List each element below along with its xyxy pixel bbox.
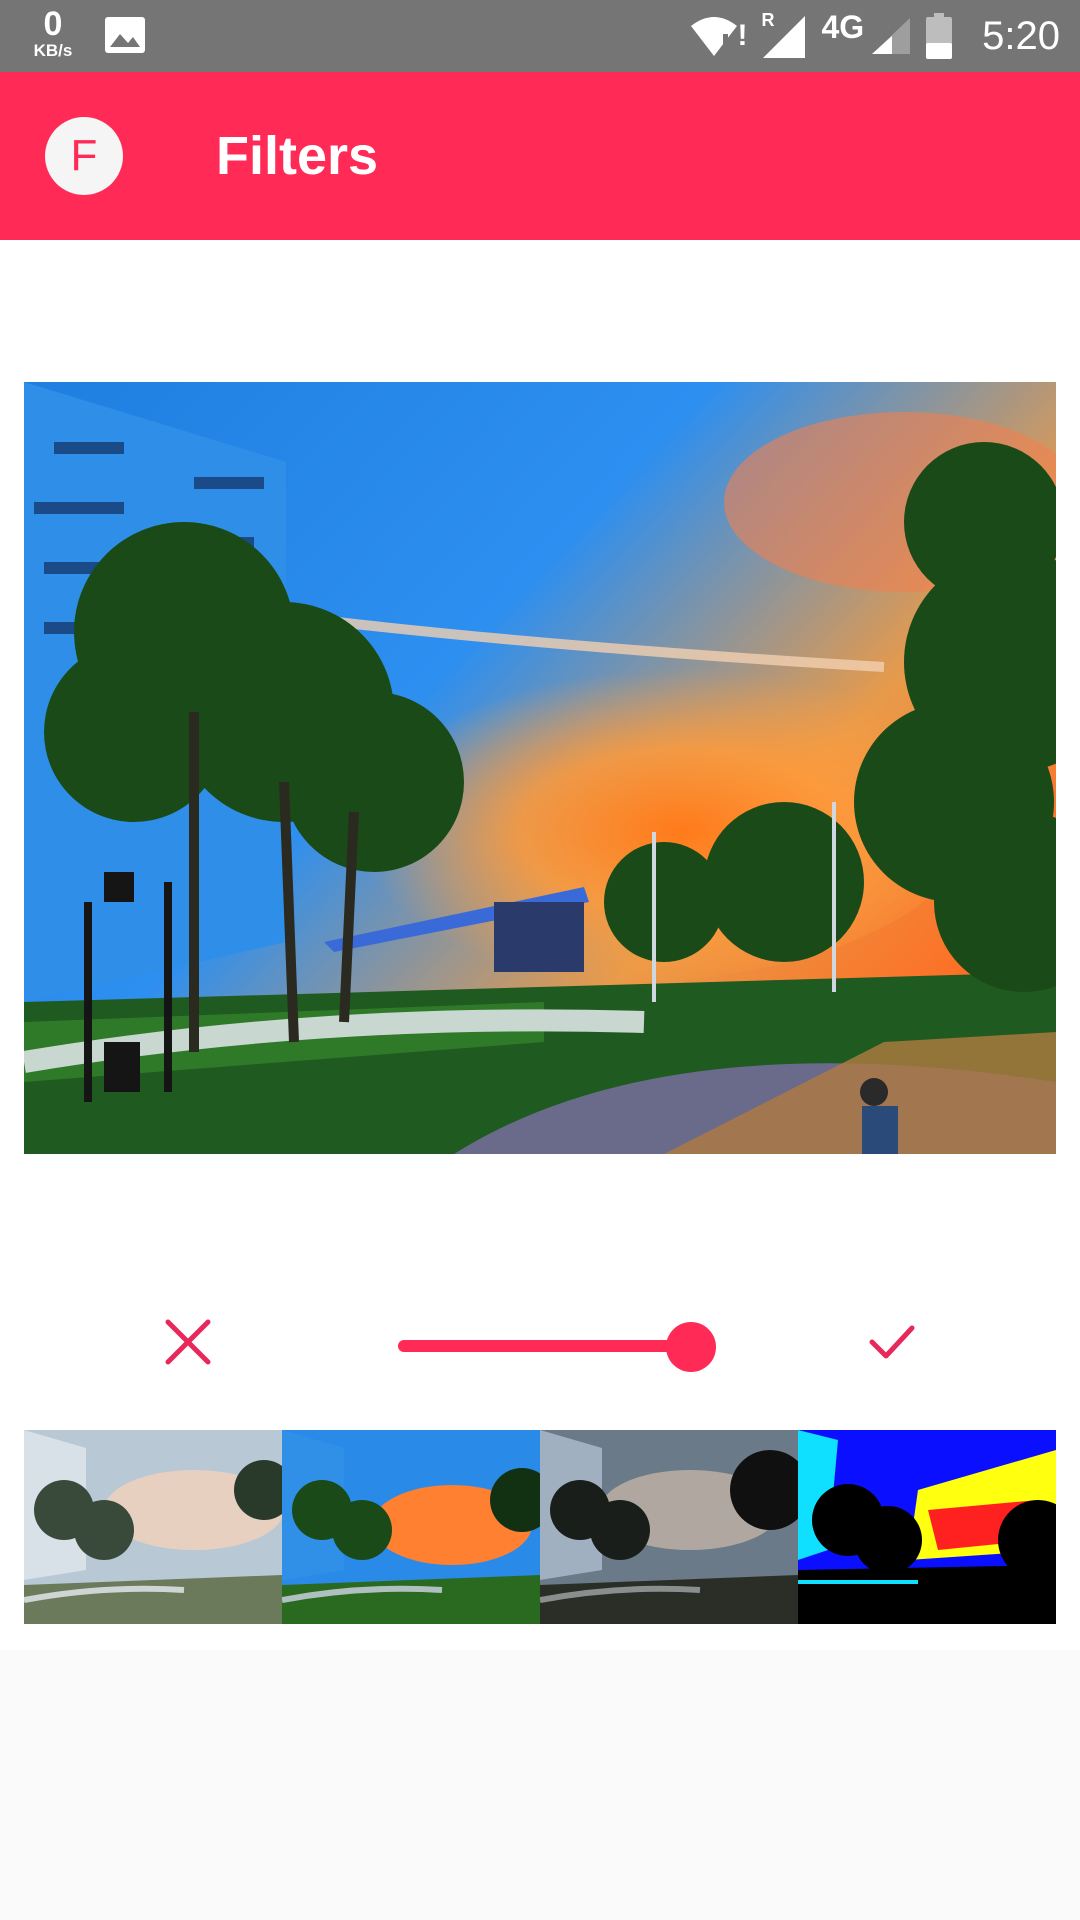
editor-content <box>0 240 1080 1650</box>
gallery-icon <box>105 17 145 53</box>
filter-posterize[interactable] <box>798 1430 1056 1624</box>
filter-dark[interactable] <box>540 1430 798 1624</box>
clock: 5:20 <box>982 13 1060 58</box>
signal-weak-icon: 4G <box>821 11 912 56</box>
signal-icon: R <box>761 10 807 60</box>
network-speed-unit: KB/s <box>33 41 73 60</box>
photo-preview <box>24 382 1056 1154</box>
app-bar: F Filters <box>0 72 1080 240</box>
slider-thumb[interactable] <box>666 1322 716 1372</box>
status-bar: 0 KB/s ! R 4G 5:20 <box>0 0 1080 72</box>
filter-vivid[interactable] <box>282 1430 540 1624</box>
check-icon <box>869 1325 915 1359</box>
intensity-slider[interactable] <box>398 1322 716 1372</box>
cancel-button[interactable] <box>158 1312 218 1372</box>
slider-track[interactable] <box>398 1340 688 1352</box>
alert-mark: ! <box>737 19 748 52</box>
network-type: 4G <box>821 9 865 45</box>
roaming-indicator: R <box>761 10 775 30</box>
network-speed: 0 KB/s <box>28 6 78 60</box>
apply-button[interactable] <box>864 1314 920 1370</box>
close-icon <box>165 1319 211 1365</box>
wifi-alert-icon <box>691 17 738 56</box>
filter-grayscale[interactable] <box>24 1430 282 1624</box>
bottom-empty-area <box>0 1650 1080 1920</box>
battery-icon <box>926 13 953 59</box>
network-speed-value: 0 <box>43 5 63 43</box>
filter-strip <box>24 1430 1056 1624</box>
avatar[interactable]: F <box>45 117 123 195</box>
page-title: Filters <box>216 126 379 186</box>
